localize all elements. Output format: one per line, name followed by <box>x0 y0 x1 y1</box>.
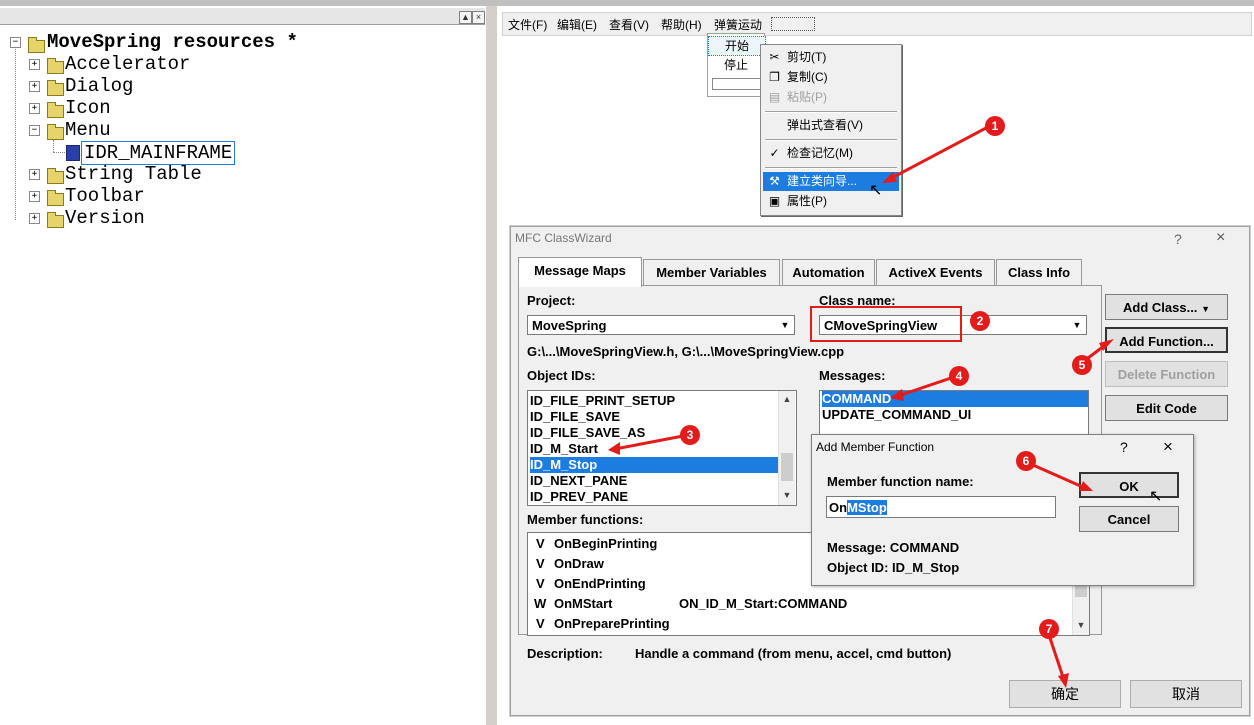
step-marker-2: 2 <box>970 311 990 331</box>
tab-message-maps[interactable]: Message Maps <box>518 257 642 287</box>
step-marker-7: 7 <box>1039 619 1059 639</box>
step-marker-6: 6 <box>1016 451 1036 471</box>
annotation-arrows <box>608 126 1114 688</box>
step-marker-4: 4 <box>949 366 969 386</box>
step-marker-5: 5 <box>1072 355 1092 375</box>
step-marker-1: 1 <box>985 116 1005 136</box>
step-marker-3: 3 <box>680 425 700 445</box>
